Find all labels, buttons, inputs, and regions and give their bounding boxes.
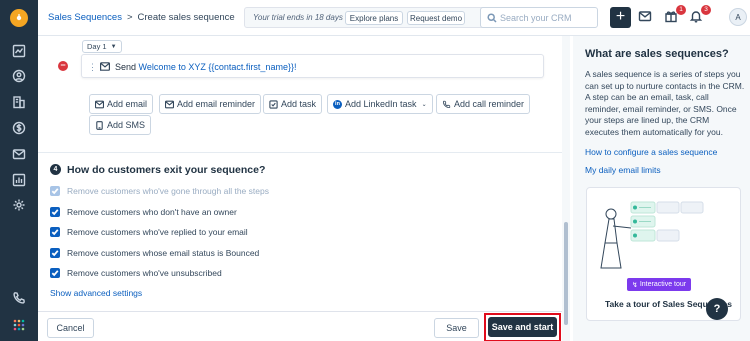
exit-option-row[interactable]: Remove customers who've replied to your … [50,226,248,238]
phone-icon[interactable] [9,288,29,308]
breadcrumb-current: Create sales sequence [137,12,235,23]
checkbox-checked-icon [50,186,60,196]
exit-option-label: Remove customers whose email status is B… [67,248,260,258]
contacts-icon[interactable] [9,66,29,86]
add-call-reminder-button[interactable]: Add call reminder [436,94,531,114]
search-input[interactable]: Search your CRM [480,7,598,28]
section-title: How do customers exit your sequence? [67,164,266,176]
remove-step-icon[interactable]: − [58,61,68,71]
top-bar: Sales Sequences > Create sales sequence Yo… [38,0,750,36]
dashboard-icon[interactable] [9,41,29,61]
footer-bar: Cancel Save Save and start [38,311,562,341]
linkedin-icon: in [333,99,342,109]
step-action: Send [115,62,137,72]
save-and-start-button[interactable]: Save and start [488,317,557,337]
search-placeholder: Search your CRM [500,13,572,23]
add-task-button[interactable]: Add task [263,94,323,114]
notification-bell-icon[interactable]: 3 [689,5,711,25]
request-demo-button[interactable]: Request demo [407,11,465,25]
add-email-label: Add email [107,99,148,109]
add-linkedin-task-button[interactable]: in Add LinkedIn task ⌄ [327,94,433,114]
tour-tag-icon: ↯ [632,281,640,289]
exit-option-row[interactable]: Remove customers whose email status is B… [50,247,259,259]
checkbox-checked-icon[interactable] [50,248,60,258]
add-sms-label: Add SMS [107,120,146,130]
quick-create-button[interactable]: + [610,7,631,28]
caret-down-icon: ▼ [110,43,117,50]
help-button[interactable]: ? [706,298,728,320]
app-grid-icon[interactable] [9,315,29,335]
exit-option-row: Remove customers who've gone through all… [50,185,269,197]
mail-icon[interactable] [638,9,654,25]
add-email-reminder-label: Add email reminder [177,99,256,109]
add-task-label: Add task [281,99,317,109]
main-scrollbar[interactable] [562,36,570,341]
day-dropdown[interactable]: Day 1 ▼ [82,40,122,53]
add-sms-button[interactable]: Add SMS [89,115,152,135]
sequence-editor: Day 1 ▼ − ⋮⋮ Send Welcome to XYZ {{contac… [38,36,568,311]
inbox-icon[interactable] [9,144,29,164]
interactive-tour-tag: ↯ Interactive tour [627,278,692,291]
checkbox-checked-icon[interactable] [50,227,60,237]
trial-banner: Your trial ends in 18 daysi Explore plan… [244,7,510,28]
trial-text: Your trial ends in 18 days [253,13,343,22]
email-reminder-icon [165,100,174,108]
exit-option-label: Remove customers who've replied to your … [67,227,248,237]
exit-option-row[interactable]: Remove customers who don't have an owner [50,206,237,218]
section-number-badge: 4 [50,164,61,175]
exit-option-label: Remove customers who've unsubscribed [67,268,222,278]
daily-email-limits-link[interactable]: My daily email limits [585,165,661,175]
settings-gear-icon[interactable] [9,195,29,215]
chevron-down-icon: ⌄ [421,101,427,108]
search-icon [487,13,497,23]
tour-illustration [600,201,704,269]
save-button[interactable]: Save [434,318,479,338]
deals-icon[interactable] [9,118,29,138]
tour-tag-label: Interactive tour [639,281,687,288]
gift-badge: 1 [676,5,686,15]
panel-description: A sales sequence is a series of steps yo… [585,69,745,137]
checkbox-checked-icon[interactable] [50,268,60,278]
breadcrumb-separator: > [126,12,133,23]
cancel-button[interactable]: Cancel [47,318,94,338]
help-side-panel: What are sales sequences? A sales sequen… [573,36,750,341]
add-linkedin-task-label: Add LinkedIn task [345,99,417,109]
configure-sequence-link[interactable]: How to configure a sales sequence [585,147,717,157]
section-divider [38,152,568,153]
notification-badge: 3 [701,5,711,15]
sms-icon [96,120,103,130]
checkbox-checked-icon[interactable] [50,207,60,217]
add-email-reminder-button[interactable]: Add email reminder [159,94,262,114]
breadcrumb-parent-link[interactable]: Sales Sequences [48,12,122,23]
task-icon [269,99,278,109]
add-call-reminder-label: Add call reminder [454,99,525,109]
add-email-button[interactable]: Add email [89,94,154,114]
day-label: Day 1 [87,42,107,51]
hubspot-logo-icon[interactable] [10,9,28,27]
companies-icon[interactable] [9,92,29,112]
left-nav [0,0,38,341]
exit-option-label: Remove customers who've gone through all… [67,186,269,196]
email-step-card[interactable]: ⋮⋮ Send Welcome to XYZ {{contact.first_n… [81,54,544,78]
reports-icon[interactable] [9,170,29,190]
show-advanced-settings-link[interactable]: Show advanced settings [50,288,142,298]
exit-option-row[interactable]: Remove customers who've unsubscribed [50,267,222,279]
email-step-icon [100,62,111,71]
scrollbar-thumb[interactable] [564,222,568,325]
avatar[interactable]: A [729,8,747,26]
exit-option-label: Remove customers who don't have an owner [67,207,237,217]
gift-icon[interactable]: 1 [664,5,686,25]
email-template-link[interactable]: Welcome to XYZ {{contact.first_name}}! [139,62,297,72]
phone-call-icon [442,100,451,108]
panel-title: What are sales sequences? [585,48,729,60]
email-icon [95,100,104,108]
breadcrumb: Sales Sequences > Create sales sequence [48,12,235,23]
explore-plans-button[interactable]: Explore plans [345,11,403,25]
